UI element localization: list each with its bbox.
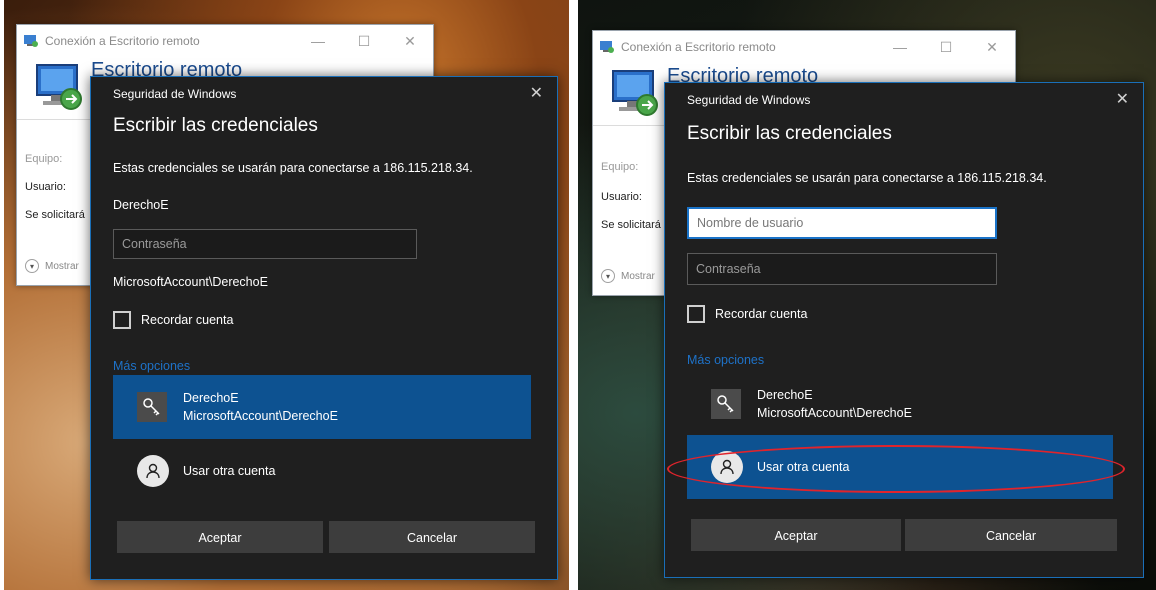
option-account-name: DerechoE <box>757 388 813 402</box>
close-icon[interactable]: ✕ <box>969 39 1015 56</box>
account-option-other[interactable]: Usar otra cuenta <box>687 435 1113 499</box>
minimize-icon[interactable]: — <box>877 39 923 56</box>
password-input[interactable] <box>113 229 417 259</box>
show-options-label: Mostrar <box>621 270 655 282</box>
solicitara-label: Se solicitará <box>25 209 85 221</box>
dialog-description: Estas credenciales se usarán para conect… <box>113 161 473 175</box>
rdp-titlebar: Conexión a Escritorio remoto — ☐ ✕ <box>593 31 1015 63</box>
remember-label: Recordar cuenta <box>715 307 808 321</box>
account-line: MicrosoftAccount\DerechoE <box>113 275 268 289</box>
remember-checkbox[interactable] <box>113 311 131 329</box>
rdp-titlebar: Conexión a Escritorio remoto — ☐ ✕ <box>17 25 433 57</box>
remember-label: Recordar cuenta <box>141 313 234 327</box>
more-options-link[interactable]: Más opciones <box>113 359 190 373</box>
remember-checkbox-row[interactable]: Recordar cuenta <box>113 311 233 329</box>
username-display: DerechoE <box>113 198 169 212</box>
chevron-down-icon: ▾ <box>601 269 615 283</box>
left-screenshot: Conexión a Escritorio remoto — ☐ ✕ Escri… <box>4 0 569 590</box>
account-option-derechoe[interactable]: DerechoE MicrosoftAccount\DerechoE <box>687 377 1113 431</box>
maximize-icon[interactable]: ☐ <box>341 33 387 50</box>
key-icon <box>137 392 167 422</box>
show-options-label: Mostrar <box>45 260 79 272</box>
remember-checkbox[interactable] <box>687 305 705 323</box>
dialog-close-icon[interactable]: ✕ <box>1116 89 1129 109</box>
equipo-label: Equipo: <box>601 161 639 173</box>
account-option-other[interactable]: Usar otra cuenta <box>113 449 531 493</box>
option-other-label: Usar otra cuenta <box>183 464 276 478</box>
monitor-icon <box>612 70 658 116</box>
usuario-label: Usuario: <box>601 191 642 203</box>
right-screenshot: Conexión a Escritorio remoto — ☐ ✕ Escri… <box>578 0 1156 590</box>
key-icon <box>711 389 741 419</box>
more-options-link[interactable]: Más opciones <box>687 353 764 367</box>
dialog-heading: Escribir las credenciales <box>113 115 318 136</box>
minimize-icon[interactable]: — <box>295 33 341 50</box>
show-options-toggle[interactable]: ▾ Mostrar <box>25 259 79 273</box>
credentials-dialog: Seguridad de Windows ✕ Escribir las cred… <box>664 82 1144 578</box>
dialog-header: Seguridad de Windows <box>687 93 811 107</box>
usuario-label: Usuario: <box>25 181 66 193</box>
option-account-sub: MicrosoftAccount\DerechoE <box>757 406 912 420</box>
equipo-label: Equipo: <box>25 153 63 165</box>
solicitara-label: Se solicitará <box>601 219 661 231</box>
dialog-header: Seguridad de Windows <box>113 87 237 101</box>
user-icon <box>711 451 743 483</box>
password-input[interactable] <box>687 253 997 285</box>
rdp-title: Conexión a Escritorio remoto <box>621 40 776 54</box>
ok-button[interactable]: Aceptar <box>117 521 323 553</box>
cancel-button[interactable]: Cancelar <box>905 519 1117 551</box>
username-input[interactable] <box>687 207 997 239</box>
dialog-heading: Escribir las credenciales <box>687 123 892 144</box>
option-account-name: DerechoE <box>183 391 239 405</box>
cancel-button[interactable]: Cancelar <box>329 521 535 553</box>
dialog-close-icon[interactable]: ✕ <box>530 83 543 103</box>
maximize-icon[interactable]: ☐ <box>923 39 969 56</box>
remember-checkbox-row[interactable]: Recordar cuenta <box>687 305 807 323</box>
close-icon[interactable]: ✕ <box>387 33 433 50</box>
account-option-derechoe[interactable]: DerechoE MicrosoftAccount\DerechoE <box>113 375 531 439</box>
show-options-toggle[interactable]: ▾ Mostrar <box>601 269 655 283</box>
dialog-description: Estas credenciales se usarán para conect… <box>687 171 1047 185</box>
chevron-down-icon: ▾ <box>25 259 39 273</box>
option-account-sub: MicrosoftAccount\DerechoE <box>183 409 338 423</box>
monitor-icon <box>36 64 82 110</box>
rdp-app-icon <box>600 41 614 53</box>
credentials-dialog: Seguridad de Windows ✕ Escribir las cred… <box>90 76 558 580</box>
ok-button[interactable]: Aceptar <box>691 519 901 551</box>
rdp-title: Conexión a Escritorio remoto <box>45 34 200 48</box>
user-icon <box>137 455 169 487</box>
option-other-label: Usar otra cuenta <box>757 460 850 474</box>
rdp-app-icon <box>24 35 38 47</box>
